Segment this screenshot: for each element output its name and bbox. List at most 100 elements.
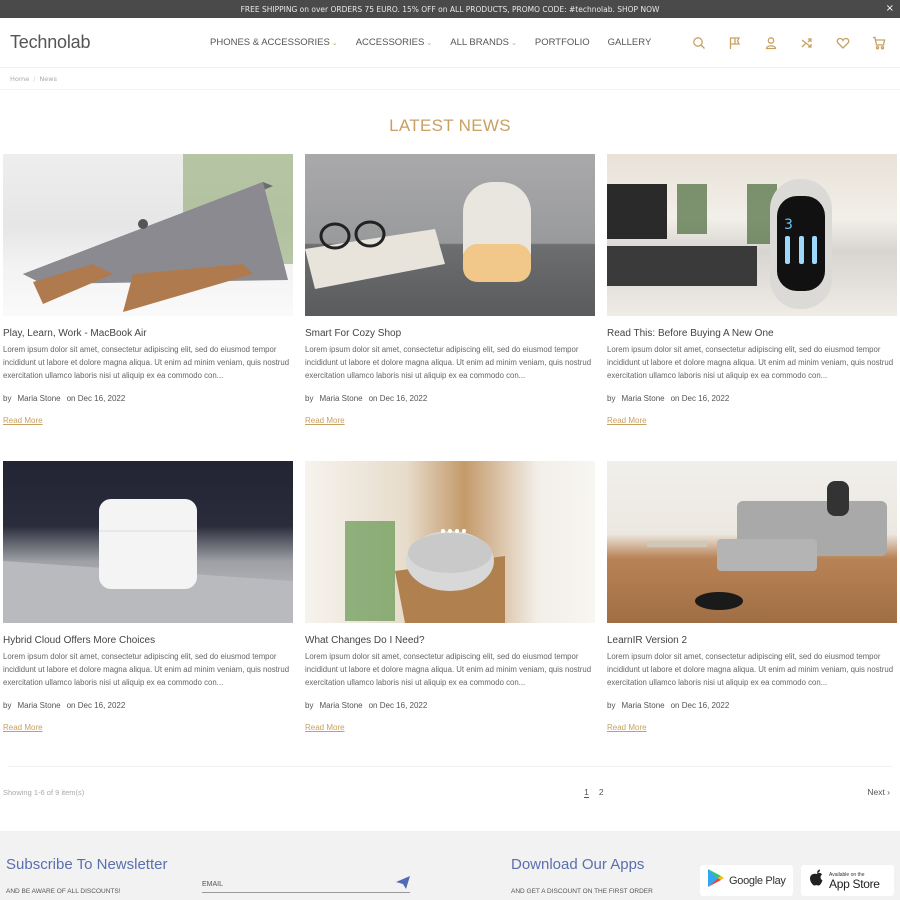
breadcrumb-separator: / [33, 74, 36, 83]
post-date: on Dec 16, 2022 [368, 701, 428, 711]
read-more-link[interactable]: Read More [305, 416, 345, 425]
post-author: Maria Stone [621, 394, 665, 404]
post-date: on Dec 16, 2022 [670, 394, 730, 404]
post-meta: by Maria Stone on Dec 16, 2022 [3, 701, 293, 710]
nav-label: ACCESSORIES [355, 37, 425, 48]
app-store-text: Available on the App Store [829, 872, 880, 890]
send-icon[interactable] [396, 874, 410, 893]
newsletter-subtitle: AND BE AWARE OF ALL DISCOUNTS! [6, 888, 121, 895]
promo-bar: FREE SHIPPING on over ORDERS 75 EURO. 15… [0, 0, 900, 18]
nav-label: ALL BRANDS [450, 37, 510, 48]
chevron-down-icon: ⌄ [511, 40, 517, 47]
promo-text[interactable]: FREE SHIPPING on over ORDERS 75 EURO. 15… [241, 5, 660, 14]
next-page-button[interactable]: Next › [867, 787, 890, 797]
post-image-robot-vacuum[interactable] [607, 461, 897, 623]
nav-item-portfolio[interactable]: PORTFOLIO [535, 37, 590, 48]
post-meta: by Maria Stone on Dec 16, 2022 [607, 701, 897, 710]
close-icon[interactable]: × [886, 3, 894, 14]
by-label: by [305, 701, 314, 711]
news-card: Hybrid Cloud Offers More Choices Lorem i… [3, 461, 293, 768]
pagination-summary: Showing 1-6 of 9 item(s) [3, 787, 85, 797]
post-image-smart-display[interactable]: 3 [607, 154, 897, 316]
nav-item-phones-accessories[interactable]: PHONES & ACCESSORIES ⌄ [210, 37, 338, 48]
by-label: by [607, 701, 616, 711]
logo[interactable]: Technolab [10, 32, 210, 53]
main-nav: PHONES & ACCESSORIES ⌄ ACCESSORIES ⌄ ALL B… [210, 37, 651, 48]
svg-text:3: 3 [784, 217, 793, 233]
nav-item-accessories[interactable]: ACCESSORIES ⌄ [356, 37, 433, 48]
post-title[interactable]: Smart For Cozy Shop [305, 328, 595, 339]
post-author: Maria Stone [17, 701, 61, 711]
apple-icon [809, 869, 824, 892]
breadcrumb-home[interactable]: Home [10, 75, 29, 83]
post-meta: by Maria Stone on Dec 16, 2022 [305, 701, 595, 710]
post-excerpt: Lorem ipsum dolor sit amet, consectetur … [3, 652, 290, 687]
chevron-down-icon: ⌄ [426, 40, 433, 47]
post-author: Maria Stone [319, 701, 363, 711]
apps-title: Download Our Apps [511, 856, 645, 873]
breadcrumb: Home / News [0, 68, 900, 90]
footer: Subscribe To Newsletter AND BE AWARE OF … [0, 831, 900, 900]
read-more-link[interactable]: Read More [3, 723, 43, 732]
by-label: by [607, 394, 616, 404]
newsletter-title: Subscribe To Newsletter [6, 856, 168, 873]
post-image-lamp[interactable] [305, 154, 595, 316]
page-2-link[interactable]: 2 [599, 787, 604, 798]
post-meta: by Maria Stone on Dec 16, 2022 [607, 394, 897, 403]
email-input[interactable] [202, 875, 382, 894]
user-icon[interactable] [762, 34, 780, 52]
by-label: by [3, 701, 12, 711]
read-more-link[interactable]: Read More [607, 723, 647, 732]
pagination: Showing 1-6 of 9 item(s) 1 2 Next › [0, 767, 900, 817]
app-store-button[interactable]: Available on the App Store [801, 865, 894, 896]
post-excerpt: Lorem ipsum dolor sit amet, consectetur … [607, 652, 894, 687]
page-title: LATEST NEWS [389, 116, 511, 135]
post-excerpt: Lorem ipsum dolor sit amet, consectetur … [305, 345, 592, 380]
cart-icon[interactable] [870, 34, 888, 52]
post-image-macbook[interactable] [3, 154, 293, 316]
post-excerpt: Lorem ipsum dolor sit amet, consectetur … [305, 652, 592, 687]
flag-icon[interactable] [726, 34, 744, 52]
nav-label: PHONES & ACCESSORIES [210, 37, 330, 48]
post-title[interactable]: Read This: Before Buying A New One [607, 328, 897, 339]
post-meta: by Maria Stone on Dec 16, 2022 [3, 394, 293, 403]
post-title[interactable]: Play, Learn, Work - MacBook Air [3, 328, 293, 339]
post-date: on Dec 16, 2022 [368, 394, 428, 404]
shuffle-icon[interactable] [798, 34, 816, 52]
nav-item-all-brands[interactable]: ALL BRANDS ⌄ [450, 37, 517, 48]
google-play-icon [708, 869, 724, 892]
post-title[interactable]: What Changes Do I Need? [305, 635, 595, 646]
news-card: 3 Read This: Before Buying A New One Lor… [607, 154, 897, 461]
post-image-speaker[interactable] [305, 461, 595, 623]
post-date: on Dec 16, 2022 [670, 701, 730, 711]
post-author: Maria Stone [319, 394, 363, 404]
post-image-earbuds[interactable] [3, 461, 293, 623]
by-label: by [305, 394, 314, 404]
page-1-link[interactable]: 1 [584, 787, 589, 798]
news-card: What Changes Do I Need? Lorem ipsum dolo… [305, 461, 595, 768]
by-label: by [3, 394, 12, 404]
header-icons [690, 34, 890, 52]
news-card: Play, Learn, Work - MacBook Air Lorem ip… [3, 154, 293, 461]
nav-item-gallery[interactable]: GALLERY [608, 37, 652, 48]
read-more-link[interactable]: Read More [607, 416, 647, 425]
app-store-label: App Store [829, 876, 880, 891]
post-meta: by Maria Stone on Dec 16, 2022 [305, 394, 595, 403]
search-icon[interactable] [690, 34, 708, 52]
read-more-link[interactable]: Read More [3, 416, 43, 425]
google-play-button[interactable]: Google Play [700, 865, 793, 896]
read-more-link[interactable]: Read More [305, 723, 345, 732]
post-title[interactable]: Hybrid Cloud Offers More Choices [3, 635, 293, 646]
post-excerpt: Lorem ipsum dolor sit amet, consectetur … [3, 345, 290, 380]
post-date: on Dec 16, 2022 [66, 394, 126, 404]
chevron-down-icon: ⌄ [331, 40, 338, 47]
post-title[interactable]: LearnIR Version 2 [607, 635, 897, 646]
apps-subtitle: AND GET A DISCOUNT ON THE FIRST ORDER [511, 888, 653, 895]
heart-icon[interactable] [834, 34, 852, 52]
post-author: Maria Stone [621, 701, 665, 711]
google-play-label: Google Play [729, 874, 786, 887]
page-links: 1 2 [584, 787, 604, 798]
email-field-wrapper [202, 871, 410, 894]
news-grid: Play, Learn, Work - MacBook Air Lorem ip… [0, 154, 900, 768]
news-card: Smart For Cozy Shop Lorem ipsum dolor si… [305, 154, 595, 461]
